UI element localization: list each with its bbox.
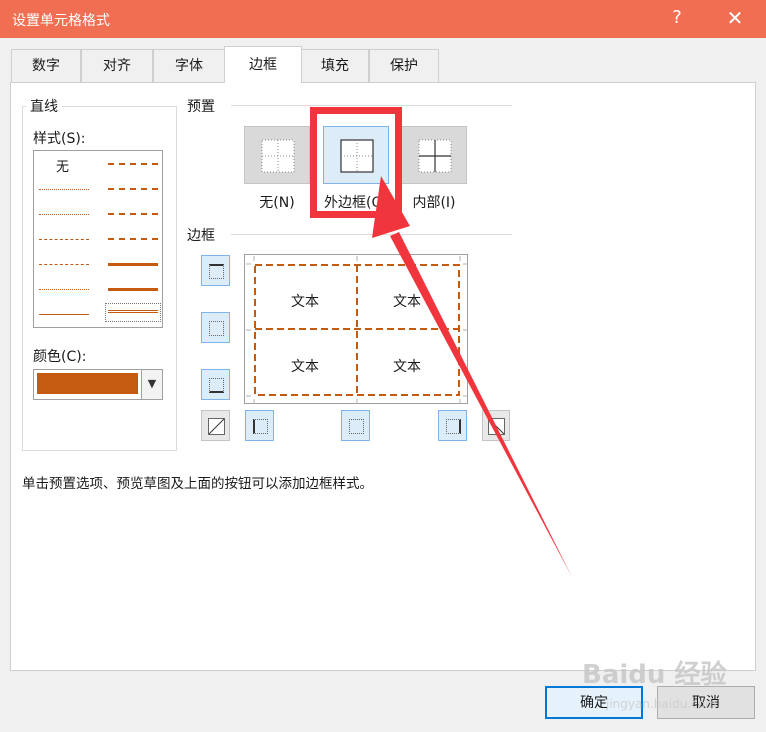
border-left-icon — [253, 419, 268, 434]
line-style-option[interactable] — [39, 214, 89, 215]
border-diagonal-up-button[interactable] — [201, 410, 230, 441]
border-bottom-button[interactable] — [201, 369, 230, 400]
border-preview[interactable]: 文本 文本 文本 文本 — [244, 254, 468, 404]
border-diagonal-down-button[interactable] — [482, 410, 510, 441]
line-style-option[interactable] — [39, 264, 89, 265]
tab-border[interactable]: 边框 — [224, 46, 302, 83]
preset-none-button[interactable] — [244, 126, 310, 184]
close-icon[interactable]: ✕ — [722, 6, 748, 30]
preset-inside-button[interactable] — [401, 126, 467, 184]
line-group-legend: 直线 — [26, 96, 62, 116]
preset-inside-label[interactable]: 内部(I) — [399, 192, 469, 212]
preview-border-lines — [246, 256, 468, 404]
border-tab-panel: 直线 样式(S): 无 颜色(C): ▼ 预置 无(N) 外边框(O) 内部(I… — [10, 82, 756, 671]
border-legend: 边框 — [183, 225, 219, 245]
border-right-icon — [446, 419, 461, 434]
preset-legend: 预置 — [183, 96, 219, 116]
preset-outline-label[interactable]: 外边框(O) — [313, 192, 399, 212]
line-style-option[interactable] — [108, 213, 158, 215]
border-inside-horizontal-icon — [209, 321, 224, 336]
border-bottom-icon — [209, 378, 224, 393]
color-dropdown[interactable]: ▼ — [33, 369, 163, 400]
line-style-selected[interactable] — [105, 303, 161, 322]
border-outline-icon — [340, 139, 374, 173]
preview-cell-text: 文本 — [291, 359, 319, 375]
border-top-button[interactable] — [201, 255, 230, 286]
tab-fill[interactable]: 填充 — [301, 49, 369, 82]
diagonal-down-icon — [488, 418, 505, 435]
line-style-option[interactable] — [108, 263, 158, 266]
border-top-icon — [209, 264, 224, 279]
border-right-button[interactable] — [438, 410, 467, 441]
line-style-option[interactable] — [108, 163, 158, 165]
tab-protection[interactable]: 保护 — [369, 49, 439, 82]
color-label: 颜色(C): — [33, 349, 87, 365]
line-style-option[interactable] — [39, 289, 89, 290]
watermark-url: jingyan.baidu.com — [606, 697, 717, 711]
line-style-option[interactable] — [39, 239, 89, 240]
chevron-down-icon[interactable]: ▼ — [141, 370, 162, 399]
title-bar: 设置单元格格式 ? ✕ — [0, 0, 766, 38]
border-divider — [231, 234, 512, 235]
line-style-list[interactable]: 无 — [33, 150, 163, 328]
border-inside-icon — [418, 139, 452, 173]
line-style-option[interactable] — [39, 314, 89, 315]
preview-cell-text: 文本 — [393, 359, 421, 375]
line-style-option[interactable] — [39, 189, 89, 190]
help-icon[interactable]: ? — [667, 7, 687, 28]
hint-text: 单击预置选项、预览草图及上面的按钮可以添加边框样式。 — [22, 476, 373, 492]
preview-cell-text: 文本 — [291, 294, 319, 310]
diagonal-up-icon — [208, 418, 225, 435]
tab-number[interactable]: 数字 — [11, 49, 81, 82]
border-inside-vertical-icon — [349, 419, 364, 434]
border-inside-vertical-button[interactable] — [341, 410, 370, 441]
dialog-title: 设置单元格格式 — [12, 13, 110, 29]
preset-divider — [231, 105, 512, 106]
border-inside-horizontal-button[interactable] — [201, 312, 230, 343]
color-swatch — [37, 373, 138, 394]
line-style-option[interactable] — [108, 288, 158, 291]
line-style-double — [108, 310, 158, 313]
border-left-button[interactable] — [245, 410, 274, 441]
preset-outline-button[interactable] — [323, 126, 389, 184]
watermark-logo: Baidu 经验 — [582, 660, 727, 690]
line-style-option[interactable] — [108, 238, 158, 240]
line-style-none[interactable]: 无 — [56, 156, 69, 175]
tab-font[interactable]: 字体 — [153, 49, 225, 82]
preview-cell-text: 文本 — [393, 294, 421, 310]
preset-none-label[interactable]: 无(N) — [242, 192, 312, 212]
style-label: 样式(S): — [33, 131, 86, 147]
line-style-option[interactable] — [108, 188, 158, 190]
tab-alignment[interactable]: 对齐 — [81, 49, 153, 82]
border-none-icon — [261, 139, 295, 173]
